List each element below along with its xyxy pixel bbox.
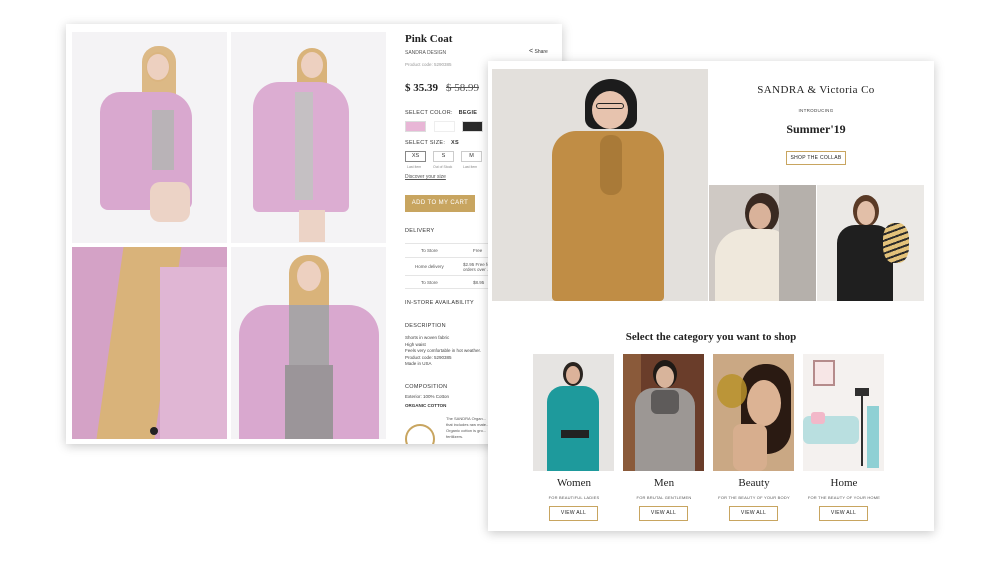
category-title-women[interactable]: Women <box>533 477 615 489</box>
category-title-men[interactable]: Men <box>623 477 705 489</box>
size-option-s[interactable]: S <box>433 151 454 162</box>
size-note-m: Last item <box>463 165 478 169</box>
composition-label: COMPOSITION <box>405 384 448 390</box>
in-store-availability-label[interactable]: IN-STORE AVAILABILITY <box>405 300 474 306</box>
share-label: Share <box>534 49 548 55</box>
composition-exterior: Exterior: 100% Cotton <box>405 394 450 399</box>
season-title: Summer'19 <box>786 122 846 136</box>
description-text: Shorts in woven fabric High waist Feels … <box>405 335 482 366</box>
size-note-s: Out of Stock <box>433 165 453 169</box>
category-subtitle-women: FOR BEAUTIFUL LADIES <box>548 495 600 500</box>
product-photo-front[interactable] <box>72 32 227 243</box>
delivery-label: DELIVERY <box>405 228 435 234</box>
category-photo-beauty[interactable] <box>713 354 794 471</box>
category-photo-women[interactable] <box>533 354 614 471</box>
organic-cotton-text: The SANDRA Organ... that includes raw ma… <box>446 416 490 439</box>
category-photo-men[interactable] <box>623 354 704 471</box>
price-current: $ 35.39 <box>405 82 438 94</box>
color-swatch-white[interactable] <box>434 121 455 132</box>
category-photo-home[interactable] <box>803 354 884 471</box>
selected-size: XS <box>451 140 459 146</box>
price-old: $ 58.99 <box>446 82 479 94</box>
selected-color: BEGIE <box>458 110 478 116</box>
description-label: DESCRIPTION <box>405 323 446 329</box>
product-photo-open[interactable] <box>231 32 386 243</box>
share-icon: < <box>529 48 534 55</box>
category-subtitle-beauty: FOR THE BEAUTY OF YOUR BODY <box>718 495 790 500</box>
category-subtitle-home: FOR THE BEAUTY OF YOUR HOME <box>807 495 881 500</box>
organic-cotton-icon <box>405 424 435 444</box>
size-note-xs: Last item <box>407 165 422 169</box>
view-all-women-button[interactable]: VIEW ALL <box>549 506 598 521</box>
view-all-home-button[interactable]: VIEW ALL <box>819 506 868 521</box>
landing-page-screenshot: SANDRA & Victoria Co INTRODUCING Summer'… <box>488 61 934 531</box>
view-all-men-button[interactable]: VIEW ALL <box>639 506 688 521</box>
product-code: Product code: 5290385 <box>405 62 452 67</box>
collab-photo-hat[interactable] <box>817 185 924 301</box>
category-heading: Select the category you want to shop <box>625 331 797 343</box>
organic-cotton-label: ORGANIC COTTON <box>405 403 447 408</box>
collab-photo-scarf[interactable] <box>709 185 816 301</box>
category-title-home[interactable]: Home <box>803 477 885 489</box>
category-subtitle-men: FOR BRUTAL GENTLEMEN <box>636 495 692 500</box>
hero-photo[interactable] <box>492 69 708 301</box>
discover-size-link[interactable]: Discover your size <box>405 174 446 180</box>
select-size-label: SELECT SIZE: XS <box>405 140 459 146</box>
color-swatch-pink[interactable] <box>405 121 426 132</box>
share-button[interactable]: < Share <box>529 48 548 55</box>
add-to-cart-button[interactable]: ADD TO MY CART <box>405 195 475 212</box>
color-swatch-black[interactable] <box>462 121 483 132</box>
product-photo-detail[interactable] <box>72 247 227 439</box>
product-title: Pink Coat <box>405 33 453 45</box>
landing-brand: SANDRA & Victoria Co <box>757 84 875 96</box>
introducing-label: INTRODUCING <box>798 108 834 113</box>
category-title-beauty[interactable]: Beauty <box>713 477 795 489</box>
view-all-beauty-button[interactable]: VIEW ALL <box>729 506 778 521</box>
select-color-label: SELECT COLOR: BEGIE <box>405 110 478 116</box>
shop-collab-button[interactable]: SHOP THE COLLAB <box>786 151 846 165</box>
product-brand[interactable]: SANDRA DESIGN <box>405 50 446 56</box>
size-option-xs[interactable]: XS <box>405 151 426 162</box>
size-option-m[interactable]: M <box>461 151 482 162</box>
product-photo-side[interactable] <box>231 247 386 439</box>
